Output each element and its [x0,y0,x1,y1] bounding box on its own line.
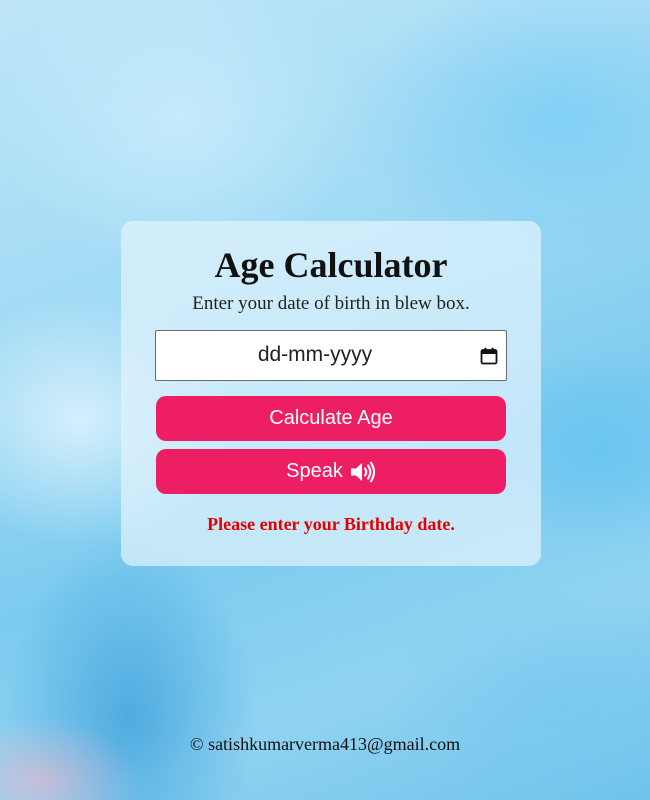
age-calculator-card: Age Calculator Enter your date of birth … [121,221,541,566]
speak-button[interactable]: Speak [156,449,506,494]
footer-contact: © satishkumarverma413@gmail.com [189,734,461,754]
validation-message: Please enter your Birthday date. [207,514,455,534]
instruction-text: Enter your date of birth in blew box. [192,293,470,314]
speaker-icon [350,461,375,482]
date-placeholder: dd-mm-yyyy [257,343,373,366]
calendar-icon[interactable] [480,347,498,365]
calculate-age-label: Calculate Age [269,407,393,429]
birth-date-input[interactable]: dd-mm-yyyy [155,330,507,381]
speak-label: Speak [286,460,343,482]
page-title: Age Calculator [214,245,448,285]
calculate-age-button[interactable]: Calculate Age [156,396,506,441]
